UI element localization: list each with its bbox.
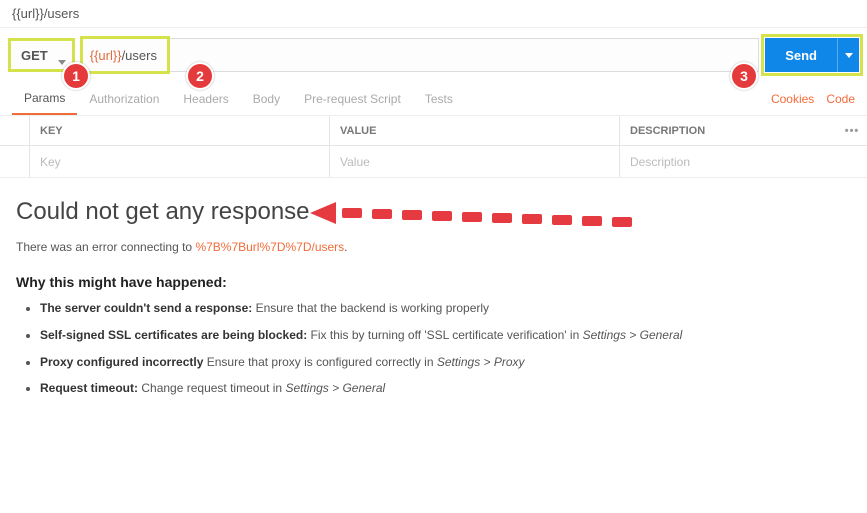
send-button[interactable]: Send (765, 38, 837, 72)
request-url-input[interactable]: {{url}}/users (81, 38, 759, 72)
reason-italic: Settings > Proxy (437, 355, 525, 369)
kv-value-input[interactable] (340, 155, 609, 169)
reason-italic: Settings > General (285, 381, 385, 395)
tab-tests[interactable]: Tests (413, 82, 465, 115)
reason-list: The server couldn't send a response: Ens… (16, 300, 851, 397)
response-subtext: There was an error connecting to %7B%7Bu… (16, 240, 851, 254)
kv-header-row: KEY VALUE DESCRIPTION ••• (0, 116, 867, 146)
annotation-marker-1: 1 (62, 62, 90, 90)
reason-item: Request timeout: Change request timeout … (40, 380, 851, 397)
url-variable: {{url}} (90, 48, 122, 63)
reason-bold: Self-signed SSL certificates are being b… (40, 328, 307, 342)
send-group: Send (765, 38, 859, 72)
kv-header-value: VALUE (330, 116, 620, 145)
reason-text: Ensure that the backend is working prope… (252, 301, 489, 315)
tabs-right-links: Cookies Code (771, 92, 855, 106)
annotation-marker-2: 2 (186, 62, 214, 90)
chevron-down-icon (845, 53, 853, 58)
tab-prerequest[interactable]: Pre-request Script (292, 82, 413, 115)
reason-bold: Proxy configured incorrectly (40, 355, 203, 369)
tab-authorization[interactable]: Authorization (77, 82, 171, 115)
kv-key-input[interactable] (40, 155, 319, 169)
kv-spacer (0, 146, 30, 177)
tab-url-display: {{url}}/users (0, 0, 867, 28)
request-bar: GET {{url}}/users Send 1 2 3 (0, 28, 867, 82)
kv-more-icon[interactable]: ••• (837, 125, 867, 137)
response-sub-prefix: There was an error connecting to (16, 240, 195, 254)
tab-body[interactable]: Body (241, 82, 292, 115)
cookies-link[interactable]: Cookies (771, 92, 814, 106)
kv-header-key: KEY (30, 116, 330, 145)
app-root: {{url}}/users GET {{url}}/users Send 1 2… (0, 0, 867, 447)
response-sub-suffix: . (344, 240, 347, 254)
reason-text: Fix this by turning off 'SSL certificate… (307, 328, 582, 342)
url-path: /users (122, 48, 157, 63)
reason-item: Proxy configured incorrectly Ensure that… (40, 354, 851, 371)
kv-empty-row (0, 146, 867, 178)
reason-italic: Settings > General (583, 328, 683, 342)
why-title: Why this might have happened: (16, 274, 851, 290)
reason-text: Ensure that proxy is configured correctl… (203, 355, 436, 369)
kv-spacer (0, 116, 30, 145)
http-method-label: GET (21, 48, 48, 63)
reason-text: Change request timeout in (138, 381, 285, 395)
response-title: Could not get any response (16, 198, 851, 226)
kv-header-description: DESCRIPTION (620, 116, 837, 145)
reason-bold: The server couldn't send a response: (40, 301, 252, 315)
annotation-marker-3: 3 (730, 62, 758, 90)
reason-bold: Request timeout: (40, 381, 138, 395)
code-link[interactable]: Code (826, 92, 855, 106)
kv-description-input[interactable] (630, 155, 857, 169)
send-dropdown-button[interactable] (837, 38, 859, 72)
reason-item: The server couldn't send a response: Ens… (40, 300, 851, 317)
response-sub-url: %7B%7Burl%7D%7D/users (195, 240, 344, 254)
reason-item: Self-signed SSL certificates are being b… (40, 327, 851, 344)
response-area: Could not get any response There was an … (0, 178, 867, 447)
